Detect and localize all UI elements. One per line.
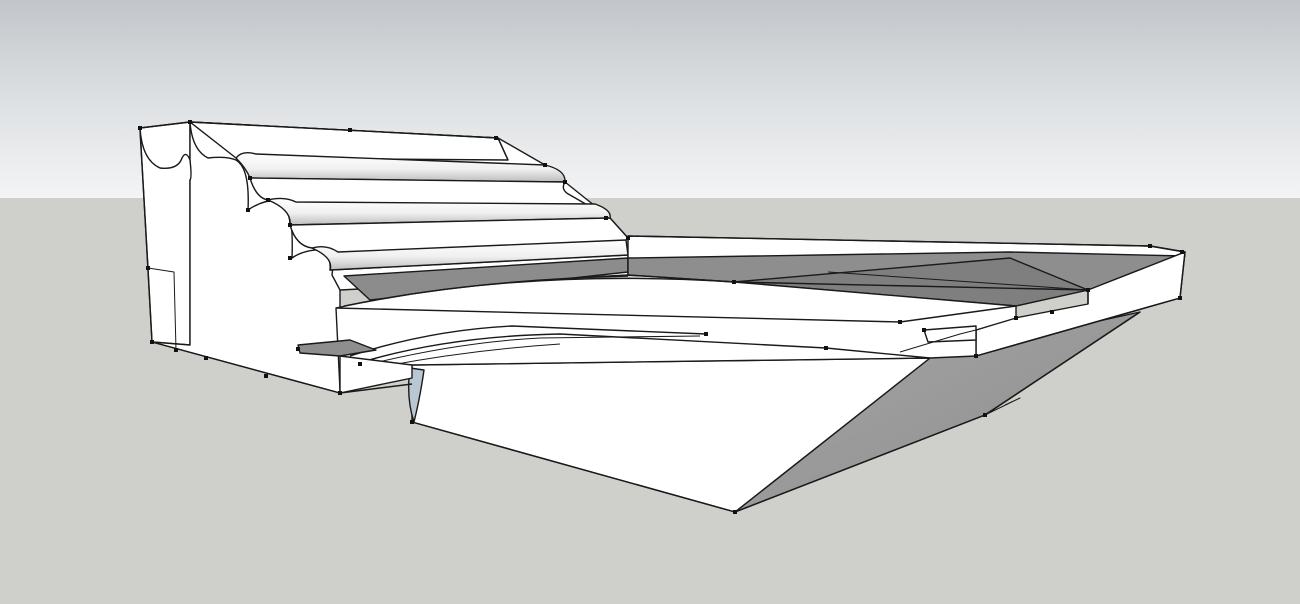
3d-model[interactable] [0,0,1300,604]
3d-viewport[interactable] [0,0,1300,604]
step-1-top [189,121,509,161]
